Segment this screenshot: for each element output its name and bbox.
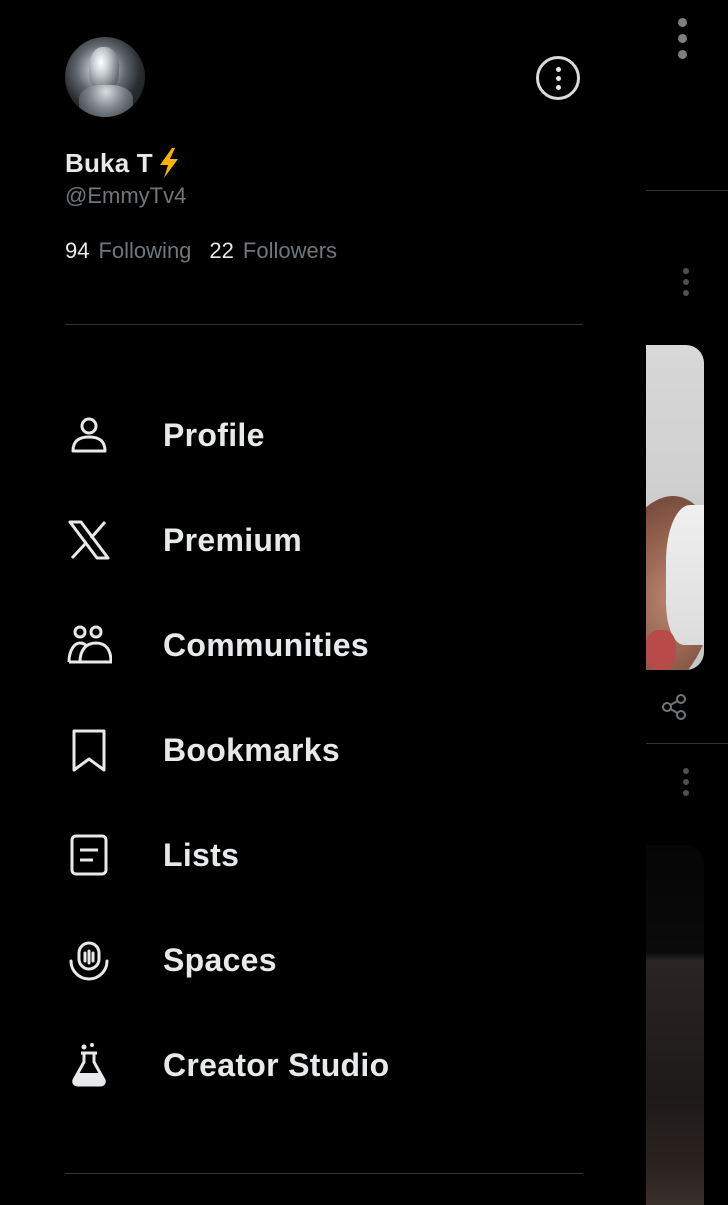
communities-icon xyxy=(66,622,112,668)
follow-stats: 94 Following 22 Followers xyxy=(65,238,337,264)
divider xyxy=(65,324,583,325)
post-media-image[interactable] xyxy=(646,845,704,1205)
menu-item-label: Communities xyxy=(163,626,369,663)
account-more-button[interactable] xyxy=(536,56,580,100)
menu-item-bookmarks[interactable]: Bookmarks xyxy=(0,705,646,795)
display-name-row: Buka T xyxy=(65,146,183,180)
menu-item-label: Bookmarks xyxy=(163,731,340,768)
following-link[interactable]: 94 Following xyxy=(65,238,191,264)
menu-item-label: Spaces xyxy=(163,941,277,978)
flask-icon xyxy=(66,1042,112,1088)
post-media-image[interactable] xyxy=(646,345,704,670)
lightning-icon xyxy=(159,148,178,178)
post-more-icon[interactable] xyxy=(683,268,689,296)
avatar[interactable] xyxy=(65,37,145,117)
x-logo-icon xyxy=(66,517,112,563)
menu-item-creator-studio[interactable]: Creator Studio xyxy=(0,1020,646,1110)
feed-divider xyxy=(646,190,728,191)
following-count: 94 xyxy=(65,238,90,263)
menu-item-label: Creator Studio xyxy=(163,1046,390,1083)
menu-item-lists[interactable]: Lists xyxy=(0,810,646,900)
post-more-icon[interactable] xyxy=(683,768,689,796)
feed-divider xyxy=(646,743,728,744)
feed-overflow-menu-icon[interactable] xyxy=(678,18,687,59)
followers-label: Followers xyxy=(242,238,338,263)
user-handle: @EmmyTv4 xyxy=(65,183,187,208)
menu-item-label: Premium xyxy=(163,521,303,558)
menu-item-profile[interactable]: Profile xyxy=(0,390,646,480)
display-name: Buka T xyxy=(65,147,153,178)
menu-item-premium[interactable]: Premium xyxy=(0,495,646,585)
bookmark-icon xyxy=(66,727,112,773)
person-icon xyxy=(66,412,112,458)
menu-item-label: Profile xyxy=(163,416,265,453)
navigation-drawer: Buka T @EmmyTv4 94 Following 22 Followers … xyxy=(0,0,646,1200)
spaces-icon xyxy=(66,937,112,983)
list-icon xyxy=(66,832,112,878)
followers-count: 22 xyxy=(209,238,234,263)
share-icon[interactable] xyxy=(660,692,690,722)
followers-link[interactable]: 22 Followers xyxy=(209,238,337,264)
divider xyxy=(65,1173,583,1174)
menu-item-label: Lists xyxy=(163,836,240,873)
following-label: Following xyxy=(98,238,192,263)
menu-item-communities[interactable]: Communities xyxy=(0,600,646,690)
menu-item-spaces[interactable]: Spaces xyxy=(0,915,646,1005)
